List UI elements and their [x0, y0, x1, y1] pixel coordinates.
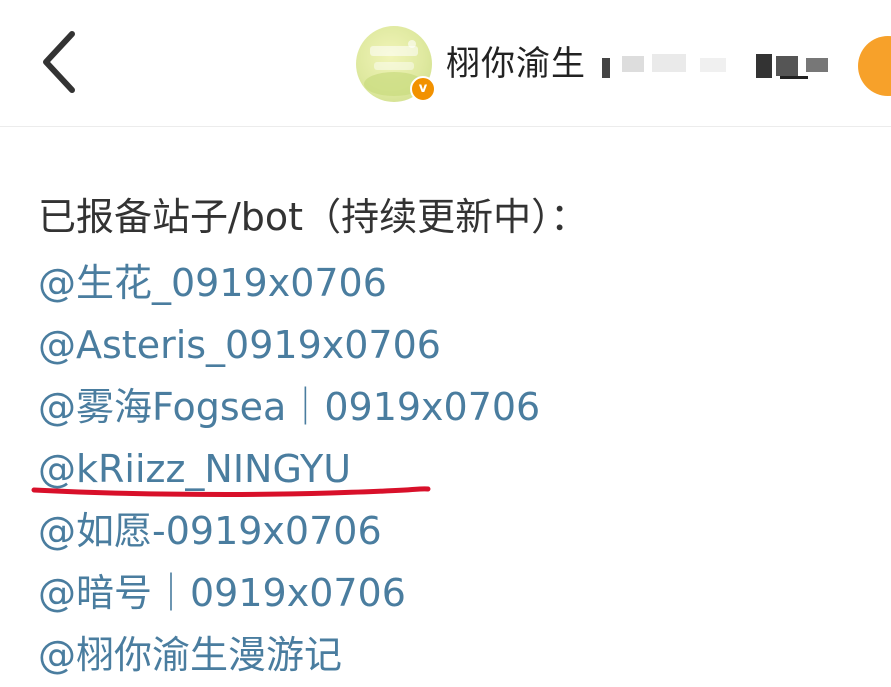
account-name[interactable]: 栩你渝生 — [446, 40, 586, 88]
chevron-left-icon — [43, 31, 75, 93]
mention-link[interactable]: @生花_0919x0706 — [38, 252, 878, 314]
red-underline-annotation — [31, 486, 431, 497]
back-button[interactable] — [28, 24, 92, 100]
mention-link[interactable]: @Asteris_0919x0706 — [38, 314, 878, 376]
mention-list: @生花_0919x0706 @Asteris_0919x0706 @雾海Fogs… — [38, 252, 878, 686]
redacted-text — [602, 54, 828, 79]
more-icon[interactable] — [858, 36, 891, 96]
screen: v 栩你渝生 已报备站子/bot（持续更新中）： @生花_0919x0706 @… — [0, 0, 891, 687]
mention-link[interactable]: @暗号｜0919x0706 — [38, 562, 878, 624]
top-bar: v 栩你渝生 — [0, 0, 891, 127]
mention-link[interactable]: @栩你渝生漫游记 — [38, 624, 878, 686]
post-content: 已报备站子/bot（持续更新中）： @生花_0919x0706 @Asteris… — [38, 190, 878, 686]
post-intro-text: 已报备站子/bot（持续更新中）： — [38, 195, 589, 239]
verified-badge: v — [410, 76, 436, 102]
mention-link[interactable]: @雾海Fogsea｜0919x0706 — [38, 376, 878, 438]
mention-link[interactable]: @如愿-0919x0706 — [38, 500, 878, 562]
